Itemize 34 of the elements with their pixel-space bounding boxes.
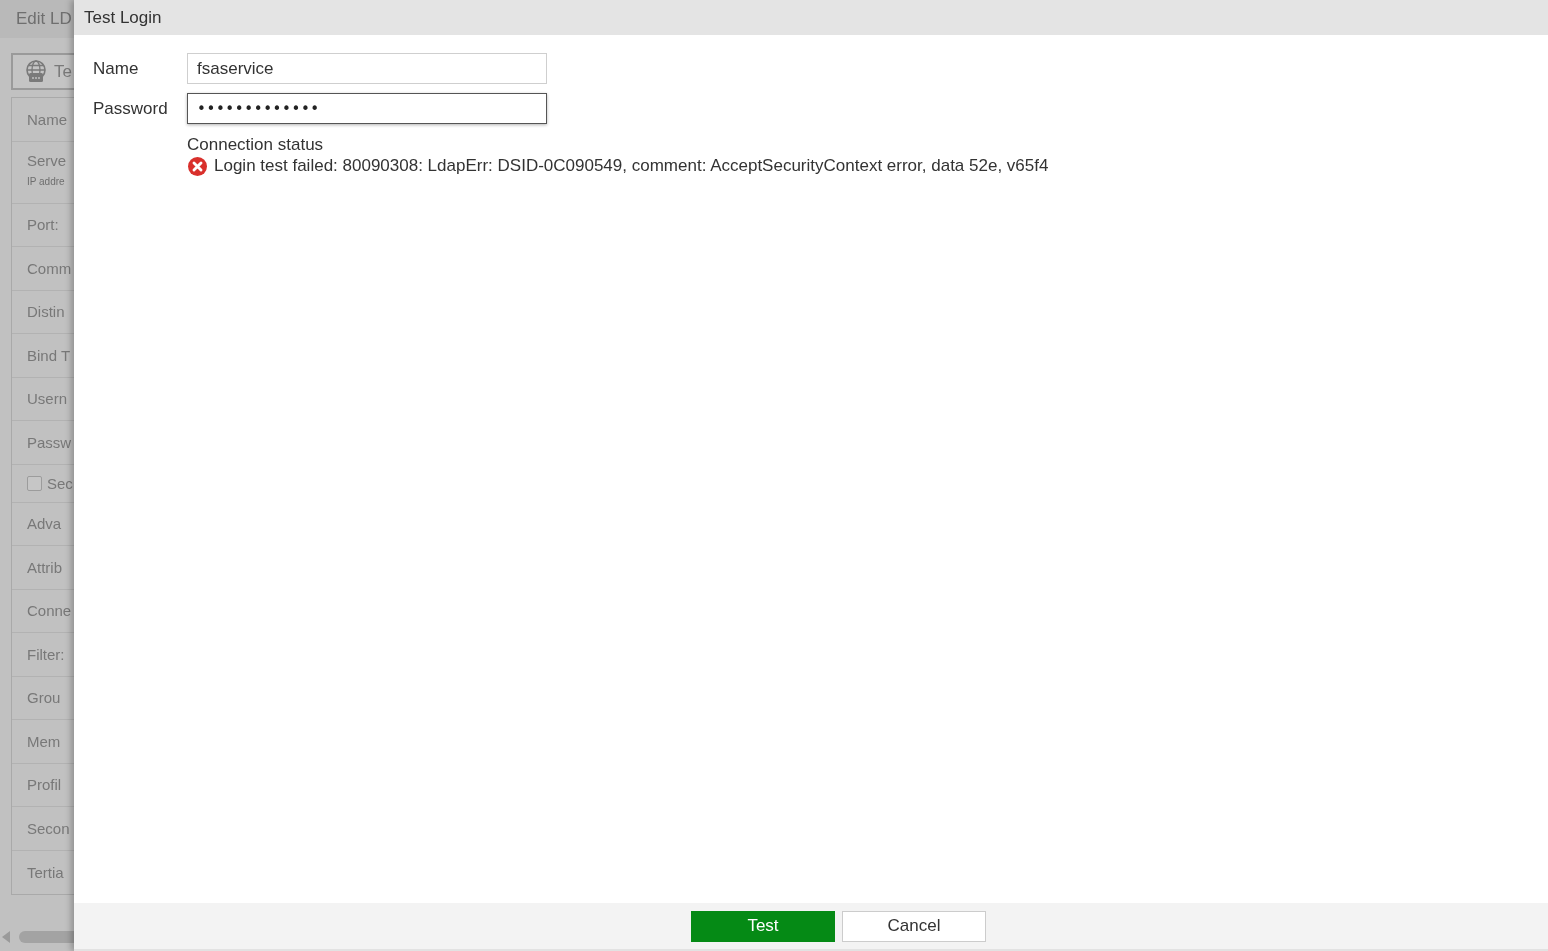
field-label: Adva (27, 515, 62, 533)
field-label: Name (93, 58, 140, 79)
name-field[interactable]: fsaservice (187, 53, 547, 84)
field-hint: IP addre (27, 175, 65, 187)
field-label: Tertia (27, 863, 64, 881)
test-button[interactable]: Test (691, 910, 835, 942)
field-label: Secon (27, 819, 70, 837)
field-label: Serve (27, 151, 67, 169)
field-label: Bind T (27, 346, 71, 364)
field-label: Mem (27, 732, 61, 750)
checkbox-label: Sec (47, 474, 73, 492)
field-label: Distin (27, 303, 65, 321)
left-arrow-icon[interactable] (2, 931, 10, 943)
field-label: Attrib (27, 558, 62, 576)
field-label: Port: (27, 216, 59, 234)
field-label: Passw (27, 433, 72, 451)
field-label: Conne (27, 602, 72, 620)
status-message: Login test failed: 80090308: LdapErr: DSID-0C090549, comment: AcceptSecurityContext error, data 52e, v65f4 (214, 156, 1049, 176)
field-label: Grou (27, 689, 61, 707)
status-label: Connection status (187, 135, 324, 155)
field-label: Password (93, 98, 169, 119)
globe-icon (24, 59, 48, 84)
password-field[interactable]: ••••••••••••• (187, 93, 547, 124)
page-title: Edit LD (16, 9, 72, 29)
cancel-button[interactable]: Cancel (842, 910, 986, 942)
checkbox[interactable] (27, 475, 42, 491)
field-label: Comm (27, 259, 72, 277)
field-label: Filter: (27, 645, 65, 663)
field-label: Profil (27, 776, 62, 794)
scrollbar-thumb[interactable] (19, 931, 74, 943)
dialog-title: Test Login (84, 7, 162, 28)
field-label: Name (27, 110, 67, 128)
error-icon (188, 156, 207, 176)
field-label: Usern (27, 390, 67, 408)
